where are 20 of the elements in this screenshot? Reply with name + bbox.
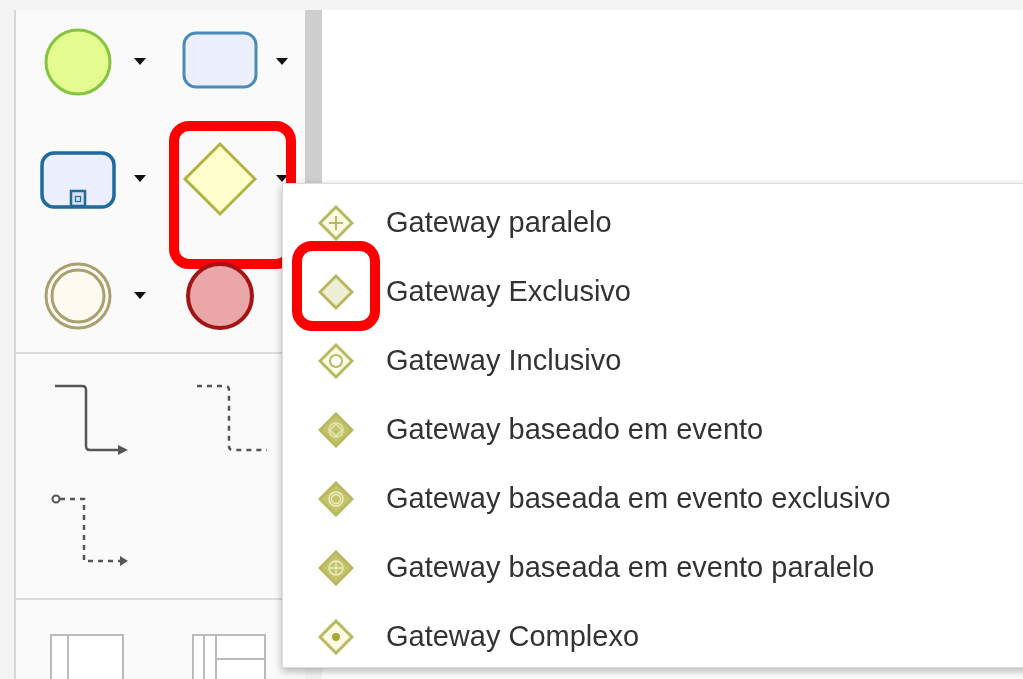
gateway-icon [318,273,354,310]
gateway-icon [318,618,354,655]
gateway-icon [318,411,354,448]
caret-icon[interactable] [276,175,288,183]
caret-icon[interactable] [134,58,146,66]
caret-icon[interactable] [134,175,146,183]
menu-item[interactable]: Gateway Inclusivo [283,326,1023,395]
caret-icon[interactable] [276,58,288,66]
menu-item[interactable]: Gateway baseada em evento paralelo [283,533,1023,602]
gateway-icon [318,480,354,517]
gateway-icon [318,342,354,379]
menu-item[interactable]: Gateway Complexo [283,602,1023,671]
menu-item[interactable]: Gateway baseado em evento [283,395,1023,464]
menu-item[interactable]: Gateway baseada em evento exclusivo [283,464,1023,533]
gateway-icon [318,549,354,586]
gateway-icon [318,204,354,241]
menu-item[interactable]: Gateway paralelo [283,188,1023,257]
scrollbar[interactable] [305,10,322,185]
menu-item[interactable]: Gateway Exclusivo [283,257,1023,326]
caret-icon[interactable] [134,292,146,300]
